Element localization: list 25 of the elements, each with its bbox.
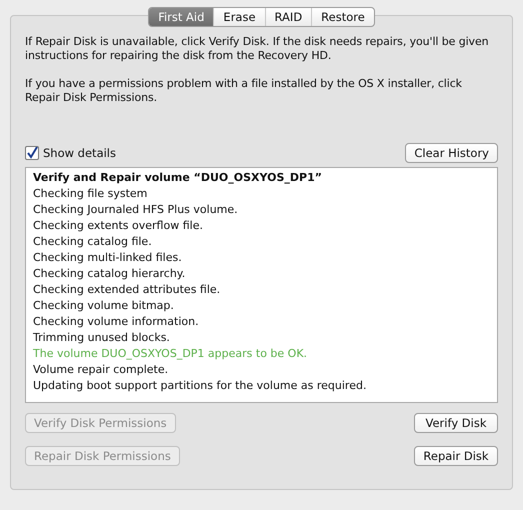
- log-line: Trimming unused blocks.: [33, 330, 171, 346]
- tab[interactable]: Restore: [311, 8, 374, 26]
- clear-history-button[interactable]: Clear History: [405, 143, 498, 163]
- tab[interactable]: First Aid: [149, 8, 214, 26]
- log-line: Checking volume bitmap.: [33, 298, 175, 314]
- log-line: Verify and Repair volume “DUO_OSXYOS_DP1”: [33, 170, 323, 186]
- disk-button[interactable]: Repair Disk: [414, 446, 498, 466]
- show-details-label[interactable]: Show details: [43, 146, 116, 160]
- disk-button[interactable]: Verify Disk: [414, 413, 498, 433]
- tab[interactable]: Erase: [213, 8, 265, 26]
- instruction-text: If you have a permissions problem with a file installed by the OS X installer, click Repair Disk Permissions.: [25, 77, 463, 105]
- tab[interactable]: RAID: [264, 8, 312, 26]
- show-details-checkbox[interactable]: [25, 146, 39, 160]
- log-line: Checking catalog hierarchy.: [33, 266, 186, 282]
- log-line: Volume repair complete.: [33, 362, 170, 378]
- log-line: The volume DUO_OSXYOS_DP1 appears to be OK.: [33, 346, 308, 362]
- log-line: Checking extents overflow file.: [33, 218, 204, 234]
- log-line: Checking extended attributes file.: [33, 282, 222, 298]
- log-line: Checking catalog file.: [33, 234, 153, 250]
- log-line: Checking Journaled HFS Plus volume.: [33, 202, 239, 218]
- instruction-text: If Repair Disk is unavailable, click Verify Disk. If the disk needs repairs, you'll be given instructions for repairing the disk from the Recovery HD.: [25, 35, 490, 63]
- log-line: Checking multi-linked files.: [33, 250, 183, 266]
- log-line: Checking file system: [33, 186, 148, 202]
- log-line: Checking volume information.: [33, 314, 200, 330]
- log-line: Updating boot support partitions for the volume as required.: [33, 378, 368, 394]
